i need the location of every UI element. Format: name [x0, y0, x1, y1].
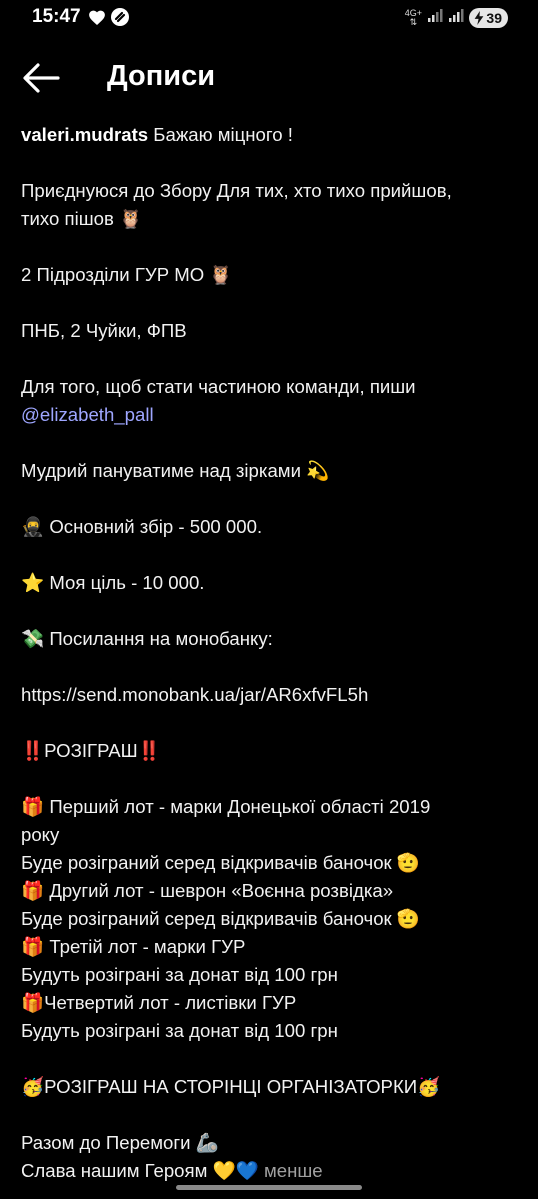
caption-line: тихо пішов 🦉 — [21, 208, 143, 229]
caption-line: 🎁 Третій лот - марки ГУР — [21, 936, 246, 957]
show-less-button[interactable]: менше — [264, 1160, 323, 1181]
home-indicator[interactable] — [176, 1185, 362, 1190]
status-right-icons: 4G+ ⇅ 39 — [404, 7, 508, 28]
caption-line: Мудрий пануватиме над зірками 💫 — [21, 460, 330, 481]
data-arrows-icon: ⇅ — [409, 16, 418, 27]
caption-line: 🥳РОЗІГРАШ НА СТОРІНЦІ ОРГАНІЗАТОРКИ🥳 — [21, 1076, 441, 1097]
caption-mention-line: @elizabeth_pall — [21, 401, 521, 429]
caption-line: Будуть розіграні за донат від 100 грн — [21, 964, 338, 985]
caption-line: ‼️РОЗІГРАШ‼️ — [21, 740, 161, 761]
donation-link: https://send.monobank.ua/jar/AR6xfvFL5h — [21, 684, 369, 705]
caption-line: Будуть розіграні за донат від 100 грн — [21, 1020, 338, 1041]
caption-line: 🥷 Основний збір - 500 000. — [21, 516, 263, 537]
caption-line: Буде розіграний серед відкривачів баночо… — [21, 852, 420, 873]
status-bar: 15:47 4G+ ⇅ 39 — [0, 0, 538, 36]
back-arrow-icon — [23, 63, 60, 93]
game-controller-icon — [110, 7, 130, 32]
page-title: Дописи — [107, 60, 216, 92]
battery-indicator: 39 — [469, 7, 508, 28]
caption-line: 🎁Четвертий лот - листівки ГУР — [21, 992, 297, 1013]
status-time: 15:47 — [32, 6, 81, 27]
caption-text: Слава нашим Героям 💛💙 — [21, 1160, 264, 1181]
caption-text: Бажаю міцного ! — [148, 124, 293, 145]
heart-icon — [88, 9, 106, 31]
caption-line: Буде розіграний серед відкривачів баночо… — [21, 908, 420, 929]
mention-link[interactable]: @elizabeth_pall — [21, 404, 154, 425]
post-username[interactable]: valeri.mudrats — [21, 124, 148, 145]
caption-first-line: valeri.mudrats Бажаю міцного ! — [21, 121, 521, 149]
network-type: 4G+ ⇅ — [404, 8, 422, 27]
status-left-icons — [88, 7, 130, 32]
back-button[interactable] — [18, 58, 64, 98]
battery-level: 39 — [486, 9, 502, 26]
caption-line: ПНБ, 2 Чуйки, ФПВ — [21, 320, 187, 341]
caption-line: року — [21, 824, 60, 845]
donation-link-line: https://send.monobank.ua/jar/AR6xfvFL5h — [21, 681, 521, 709]
caption-line: Разом до Перемоги 🦾 — [21, 1132, 219, 1153]
app-header: Дописи — [0, 50, 538, 106]
signal-icon-secondary — [448, 7, 464, 28]
caption-line: 🎁 Перший лот - марки Донецької області 2… — [21, 796, 431, 817]
post-caption: valeri.mudrats Бажаю міцного ! Приєднуюс… — [21, 121, 521, 1185]
caption-line: Приєднуюся до Збору Для тих, хто тихо пр… — [21, 180, 452, 201]
charging-bolt-icon — [475, 10, 484, 25]
caption-line: ⭐ Моя ціль - 10 000. — [21, 572, 205, 593]
caption-line: 🎁 Другий лот - шеврон «Воєнна розвідка» — [21, 880, 394, 901]
caption-line: 💸 Посилання на монобанку: — [21, 628, 273, 649]
signal-icon — [427, 7, 443, 28]
caption-line: Для того, щоб стати частиною команди, пи… — [21, 376, 416, 397]
caption-line: 2 Підрозділи ГУР МО 🦉 — [21, 264, 233, 285]
caption-last-line: Слава нашим Героям 💛💙 менше — [21, 1157, 521, 1185]
